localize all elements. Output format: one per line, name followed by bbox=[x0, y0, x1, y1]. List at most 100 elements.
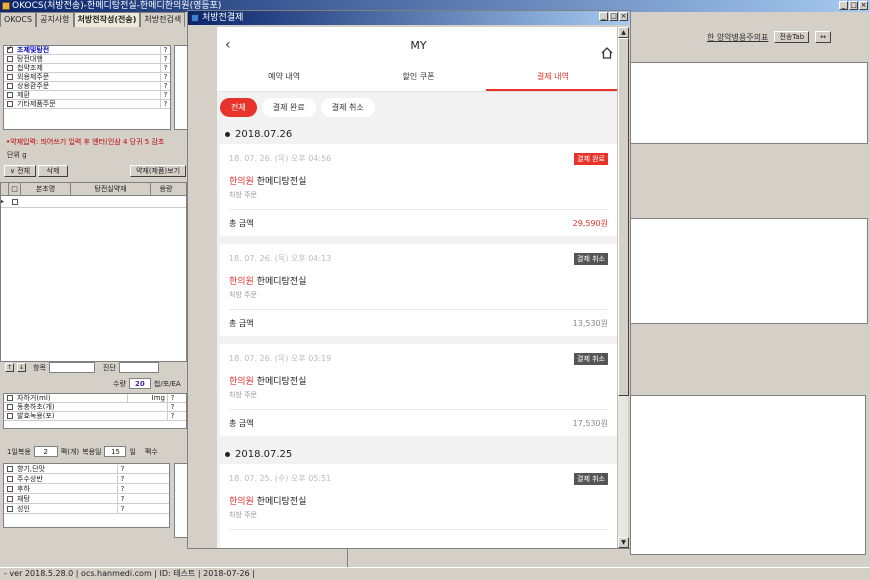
item-input[interactable] bbox=[48, 362, 95, 373]
category-checkbox[interactable] bbox=[7, 44, 13, 53]
minimize-button[interactable]: _ bbox=[839, 1, 848, 10]
order-name: 한의원 한메디탕전실 bbox=[229, 174, 306, 187]
caution-link[interactable]: 한 양약병용주의표 bbox=[707, 32, 768, 43]
popup-minimize-button[interactable]: _ bbox=[599, 12, 608, 21]
help-icon[interactable]: ? bbox=[160, 100, 170, 108]
daily-dose-label: 1일복용 bbox=[7, 447, 31, 456]
mobile-tab[interactable]: 할인 쿠폰 bbox=[351, 64, 485, 91]
option-row[interactable]: 후하? bbox=[4, 484, 169, 494]
col-dosage[interactable]: 용량 bbox=[151, 183, 181, 195]
right-text-area[interactable] bbox=[630, 218, 868, 324]
right-panel-top bbox=[630, 62, 868, 144]
diagnosis-input[interactable] bbox=[118, 362, 159, 373]
extra-item-checkbox[interactable] bbox=[7, 395, 13, 401]
order-card[interactable]: 18. 07. 25. (수) 오후 05:51 결제 취소 한의원 한메디탕전실 처… bbox=[220, 464, 617, 548]
help-icon[interactable]: ? bbox=[160, 73, 170, 81]
close-button[interactable]: × bbox=[859, 1, 868, 10]
days-input[interactable]: 15 bbox=[104, 446, 127, 457]
mobile-tab[interactable]: 예약 내역 bbox=[217, 64, 351, 91]
scroll-thumb[interactable] bbox=[618, 38, 629, 396]
total-label: 총 금액 bbox=[229, 419, 254, 428]
col-herb-name[interactable]: 본초명 bbox=[21, 183, 71, 195]
group-date: 2018.07.26 bbox=[235, 128, 293, 140]
extra-item-label: 발효녹용(포) bbox=[17, 412, 55, 420]
option-row[interactable]: 성인? bbox=[4, 504, 169, 514]
option-label: 주수상반 bbox=[17, 474, 43, 483]
extra-item-checkbox[interactable] bbox=[7, 413, 13, 419]
daily-dose-input[interactable]: 2 bbox=[33, 446, 58, 457]
send-tab-button[interactable]: 전송Tab bbox=[774, 31, 810, 43]
help-icon[interactable]: ? bbox=[160, 82, 170, 90]
popup-maximize-button[interactable]: □ bbox=[609, 12, 618, 21]
order-card[interactable]: 18. 07. 26. (목) 오후 03:19 결제 취소 한의원 한메디탕전실 처… bbox=[220, 344, 617, 436]
help-icon[interactable]: ? bbox=[160, 55, 170, 63]
filter-chip[interactable]: 결제 취소 bbox=[320, 97, 375, 117]
popup-scrollbar[interactable]: ▲ ▼ bbox=[617, 27, 629, 548]
option-checkbox[interactable] bbox=[7, 475, 13, 482]
maximize-button[interactable]: □ bbox=[849, 1, 858, 10]
tab-okocs[interactable]: OKOCS bbox=[0, 12, 37, 27]
swap-button[interactable]: ↔ bbox=[815, 31, 832, 43]
help-icon[interactable]: ? bbox=[160, 91, 170, 99]
pack-count-label: 팩수 bbox=[144, 447, 158, 456]
help-icon[interactable]: ? bbox=[160, 46, 170, 54]
option-checkbox[interactable] bbox=[7, 485, 13, 492]
order-type: 처방 주문 bbox=[229, 391, 257, 399]
category-row[interactable]: 기타제품주문? bbox=[4, 100, 170, 109]
delete-button[interactable]: 삭제 bbox=[38, 165, 68, 177]
grid-row[interactable]: ▸ bbox=[1, 196, 186, 208]
help-icon[interactable]: ? bbox=[117, 474, 127, 483]
app-icon bbox=[2, 2, 10, 10]
select-all-button[interactable]: ∨ 전체 bbox=[4, 165, 36, 177]
help-icon[interactable]: ? bbox=[167, 412, 177, 420]
help-icon[interactable]: ? bbox=[160, 64, 170, 72]
popup-close-button[interactable]: × bbox=[619, 12, 628, 21]
clinic-label: 한의원 bbox=[229, 377, 254, 387]
category-checkbox[interactable] bbox=[7, 101, 13, 107]
category-checkbox[interactable] bbox=[7, 74, 13, 80]
col-herb-stock[interactable]: 탕전실약재 bbox=[71, 183, 151, 195]
scroll-up-button[interactable]: ▲ bbox=[618, 27, 629, 38]
tab-notice[interactable]: 공지사항 bbox=[36, 12, 74, 27]
move-up-button[interactable]: ↑ bbox=[5, 363, 14, 372]
status-bar: - ver 2018.5.28.0 | ocs.hanmedi.com | ID… bbox=[0, 567, 870, 579]
option-checkbox[interactable] bbox=[7, 465, 13, 472]
mobile-tab[interactable]: 결제 내역 bbox=[485, 64, 620, 91]
option-row[interactable]: 향기,단맛? bbox=[4, 464, 169, 474]
option-row[interactable]: 재탕? bbox=[4, 494, 169, 504]
herb-view-button[interactable]: 약재(제품)보기 bbox=[130, 165, 186, 177]
category-checkbox[interactable] bbox=[7, 65, 13, 71]
order-type: 처방 주문 bbox=[229, 191, 257, 199]
help-icon[interactable]: ? bbox=[167, 403, 177, 411]
help-icon[interactable]: ? bbox=[167, 394, 177, 402]
category-checkbox[interactable] bbox=[7, 83, 13, 89]
scroll-down-button[interactable]: ▼ bbox=[618, 537, 629, 548]
row-checkbox[interactable] bbox=[12, 199, 18, 205]
order-name: 한의원 한메디탕전실 bbox=[229, 494, 306, 507]
tab-prescription-search[interactable]: 처방전검색 bbox=[140, 12, 186, 27]
help-icon[interactable]: ? bbox=[117, 494, 127, 503]
filter-chip[interactable]: 전체 bbox=[220, 97, 257, 117]
category-checkbox[interactable] bbox=[7, 92, 13, 98]
category-checkbox[interactable] bbox=[7, 56, 13, 62]
home-icon[interactable] bbox=[600, 38, 614, 59]
herb-grid: □ 본초명 탕전실약재 용량 ▸ bbox=[0, 182, 187, 362]
order-datetime: 18. 07. 26. (목) 오후 04:13 bbox=[229, 254, 332, 263]
help-icon[interactable]: ? bbox=[117, 504, 127, 513]
option-checkbox[interactable] bbox=[7, 495, 13, 502]
order-card[interactable]: 18. 07. 26. (목) 오후 04:56 결제 완료 한의원 한메디탕전실 처… bbox=[220, 144, 617, 236]
filter-chip[interactable]: 결제 완료 bbox=[261, 97, 316, 117]
extra-item-checkbox[interactable] bbox=[7, 404, 13, 410]
option-checkbox[interactable] bbox=[7, 505, 13, 512]
order-datetime: 18. 07. 26. (목) 오후 03:19 bbox=[229, 354, 332, 363]
back-icon[interactable]: ‹ bbox=[225, 27, 231, 64]
help-icon[interactable]: ? bbox=[117, 464, 127, 473]
help-icon[interactable]: ? bbox=[117, 484, 127, 493]
order-card[interactable]: 18. 07. 26. (목) 오후 04:13 결제 취소 한의원 한메디탕전실 처… bbox=[220, 244, 617, 336]
move-down-button[interactable]: ↓ bbox=[17, 363, 26, 372]
tab-prescription-write[interactable]: 처방전작성(전송) bbox=[73, 12, 141, 27]
extra-item-row[interactable]: 발효녹용(포)? bbox=[4, 412, 186, 421]
option-row[interactable]: 주수상반? bbox=[4, 474, 169, 484]
grid-header: □ 본초명 탕전실약재 용량 bbox=[1, 183, 186, 196]
qty-input[interactable]: 20 bbox=[128, 378, 151, 389]
